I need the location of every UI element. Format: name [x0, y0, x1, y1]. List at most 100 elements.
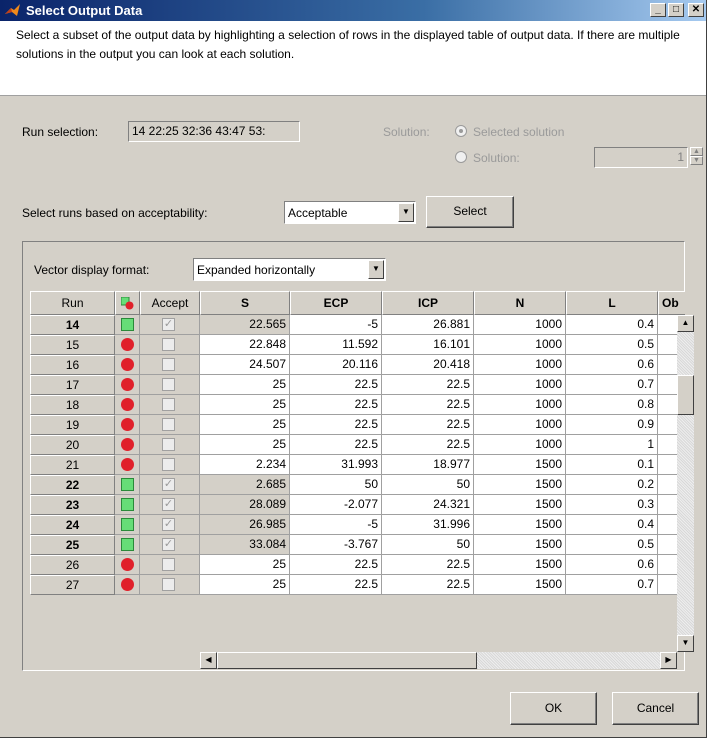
table-row[interactable]: 24 ✓ 26.985 -5 31.996 1500 0.4 — [30, 515, 685, 535]
header-ob[interactable]: Ob — [658, 291, 685, 315]
table-row[interactable]: 22 ✓ 2.685 50 50 1500 0.2 — [30, 475, 685, 495]
cancel-button[interactable]: Cancel — [612, 692, 699, 725]
title-bar[interactable]: Select Output Data _ □ ✕ — [0, 0, 706, 21]
n-cell[interactable]: 1000 — [474, 415, 566, 435]
status-cell[interactable] — [115, 415, 140, 435]
n-cell[interactable]: 1500 — [474, 455, 566, 475]
l-cell[interactable]: 0.8 — [566, 395, 658, 415]
table-row[interactable]: 18 25 22.5 22.5 1000 0.8 — [30, 395, 685, 415]
n-cell[interactable]: 1500 — [474, 575, 566, 595]
header-icp[interactable]: ICP — [382, 291, 474, 315]
solution-radio[interactable] — [455, 151, 467, 163]
table-row[interactable]: 26 25 22.5 22.5 1500 0.6 — [30, 555, 685, 575]
status-cell[interactable] — [115, 515, 140, 535]
s-cell[interactable]: 25 — [200, 435, 290, 455]
n-cell[interactable]: 1500 — [474, 555, 566, 575]
icp-cell[interactable]: 26.881 — [382, 315, 474, 335]
ecp-cell[interactable]: 22.5 — [290, 435, 382, 455]
s-cell[interactable]: 22.565 — [200, 315, 290, 335]
accept-cell[interactable] — [140, 415, 200, 435]
run-cell[interactable]: 15 — [30, 335, 115, 355]
icp-cell[interactable]: 20.418 — [382, 355, 474, 375]
accept-checkbox[interactable] — [162, 378, 175, 391]
vertical-scrollbar[interactable]: ▲ ▼ — [677, 315, 694, 652]
l-cell[interactable]: 0.7 — [566, 375, 658, 395]
s-cell[interactable]: 22.848 — [200, 335, 290, 355]
status-cell[interactable] — [115, 395, 140, 415]
icp-cell[interactable]: 18.977 — [382, 455, 474, 475]
accept-checkbox[interactable] — [162, 578, 175, 591]
header-n[interactable]: N — [474, 291, 566, 315]
status-cell[interactable] — [115, 315, 140, 335]
icp-cell[interactable]: 31.996 — [382, 515, 474, 535]
table-row[interactable]: 16 24.507 20.116 20.418 1000 0.6 — [30, 355, 685, 375]
status-cell[interactable] — [115, 435, 140, 455]
n-cell[interactable]: 1000 — [474, 395, 566, 415]
output-data-table[interactable]: Run Accept S ECP ICP N L Ob 14 ✓ 22.565 -5 2… — [30, 291, 685, 651]
run-cell[interactable]: 24 — [30, 515, 115, 535]
chevron-down-icon[interactable]: ▼ — [398, 203, 414, 222]
ecp-cell[interactable]: 22.5 — [290, 395, 382, 415]
accept-checkbox[interactable]: ✓ — [162, 478, 175, 491]
l-cell[interactable]: 1 — [566, 435, 658, 455]
table-row[interactable]: 21 2.234 31.993 18.977 1500 0.1 — [30, 455, 685, 475]
n-cell[interactable]: 1000 — [474, 375, 566, 395]
status-cell[interactable] — [115, 555, 140, 575]
table-row[interactable]: 20 25 22.5 22.5 1000 1 — [30, 435, 685, 455]
status-cell[interactable] — [115, 495, 140, 515]
status-cell[interactable] — [115, 355, 140, 375]
select-button[interactable]: Select — [426, 196, 514, 228]
s-cell[interactable]: 25 — [200, 575, 290, 595]
minimize-button[interactable]: _ — [650, 3, 666, 17]
accept-cell[interactable]: ✓ — [140, 515, 200, 535]
icp-cell[interactable]: 22.5 — [382, 415, 474, 435]
s-cell[interactable]: 33.084 — [200, 535, 290, 555]
l-cell[interactable]: 0.1 — [566, 455, 658, 475]
table-row[interactable]: 15 22.848 11.592 16.101 1000 0.5 — [30, 335, 685, 355]
l-cell[interactable]: 0.7 — [566, 575, 658, 595]
run-cell[interactable]: 22 — [30, 475, 115, 495]
n-cell[interactable]: 1000 — [474, 435, 566, 455]
l-cell[interactable]: 0.3 — [566, 495, 658, 515]
s-cell[interactable]: 25 — [200, 555, 290, 575]
accept-cell[interactable] — [140, 355, 200, 375]
run-cell[interactable]: 19 — [30, 415, 115, 435]
scroll-right-icon[interactable]: ▶ — [660, 652, 677, 669]
run-cell[interactable]: 23 — [30, 495, 115, 515]
status-cell[interactable] — [115, 575, 140, 595]
accept-cell[interactable] — [140, 435, 200, 455]
header-l[interactable]: L — [566, 291, 658, 315]
scroll-left-icon[interactable]: ◀ — [200, 652, 217, 669]
ecp-cell[interactable]: -5 — [290, 515, 382, 535]
run-selection-field[interactable]: 14 22:25 32:36 43:47 53: — [128, 121, 300, 142]
s-cell[interactable]: 25 — [200, 395, 290, 415]
accept-cell[interactable] — [140, 335, 200, 355]
n-cell[interactable]: 1000 — [474, 315, 566, 335]
table-row[interactable]: 25 ✓ 33.084 -3.767 50 1500 0.5 — [30, 535, 685, 555]
header-ecp[interactable]: ECP — [290, 291, 382, 315]
icp-cell[interactable]: 50 — [382, 535, 474, 555]
accept-checkbox[interactable] — [162, 398, 175, 411]
l-cell[interactable]: 0.2 — [566, 475, 658, 495]
accept-cell[interactable]: ✓ — [140, 535, 200, 555]
run-cell[interactable]: 26 — [30, 555, 115, 575]
s-cell[interactable]: 28.089 — [200, 495, 290, 515]
solution-number-field[interactable]: 1 — [594, 147, 688, 168]
header-accept[interactable]: Accept — [140, 291, 200, 315]
table-row[interactable]: 23 ✓ 28.089 -2.077 24.321 1500 0.3 — [30, 495, 685, 515]
icp-cell[interactable]: 22.5 — [382, 575, 474, 595]
accept-checkbox[interactable]: ✓ — [162, 498, 175, 511]
n-cell[interactable]: 1500 — [474, 475, 566, 495]
header-status[interactable] — [115, 291, 140, 315]
l-cell[interactable]: 0.6 — [566, 355, 658, 375]
accept-cell[interactable]: ✓ — [140, 495, 200, 515]
accept-cell[interactable] — [140, 395, 200, 415]
accept-checkbox[interactable] — [162, 458, 175, 471]
accept-cell[interactable]: ✓ — [140, 315, 200, 335]
run-cell[interactable]: 14 — [30, 315, 115, 335]
table-row[interactable]: 19 25 22.5 22.5 1000 0.9 — [30, 415, 685, 435]
s-cell[interactable]: 24.507 — [200, 355, 290, 375]
status-cell[interactable] — [115, 375, 140, 395]
run-cell[interactable]: 18 — [30, 395, 115, 415]
run-cell[interactable]: 16 — [30, 355, 115, 375]
